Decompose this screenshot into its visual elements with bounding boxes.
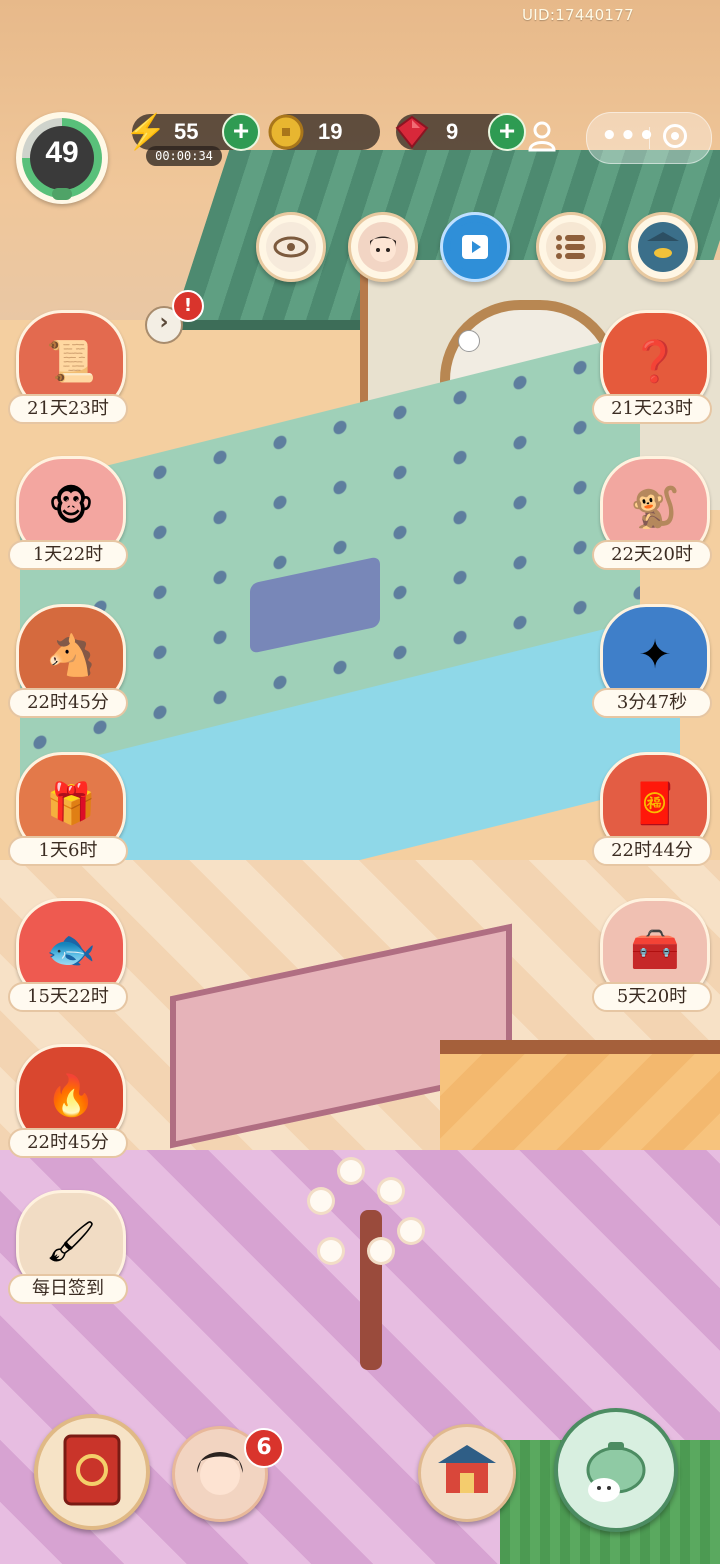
- pavilion-icon: [434, 1441, 500, 1505]
- build-button[interactable]: [418, 1424, 516, 1522]
- energy-timer: 00:00:34: [146, 146, 222, 166]
- list-icon: [546, 222, 596, 272]
- event-right-3[interactable]: ✦ 3分47秒: [590, 604, 714, 724]
- character-badge-count: 6: [244, 1428, 284, 1468]
- player-level-badge[interactable]: 49: [16, 112, 108, 204]
- gold-ingot-shrine-icon: [638, 222, 688, 272]
- character-button[interactable]: [348, 212, 418, 282]
- event-timer: 1天22时: [8, 540, 128, 570]
- gem-value: 9: [446, 119, 459, 144]
- event-timer: 15天22时: [8, 982, 128, 1012]
- level-number: 49: [45, 136, 79, 169]
- event-right-2[interactable]: 🐒 22天20时: [590, 456, 714, 576]
- add-energy-button[interactable]: +: [222, 113, 260, 151]
- girl-avatar-icon: [358, 222, 408, 272]
- energy-value: 55: [174, 119, 199, 144]
- energy-counter: ⚡ 55 +: [125, 113, 260, 151]
- event-timer: 22时44分: [592, 836, 712, 866]
- user-id: UID:17440177: [522, 6, 634, 24]
- event-timer: 3分47秒: [592, 688, 712, 718]
- coin-counter: 19: [268, 114, 380, 150]
- blossom-tree[interactable]: [300, 1150, 440, 1370]
- leaf-icon: [52, 188, 72, 200]
- event-right-1[interactable]: ❓ 21天23时: [590, 310, 714, 430]
- event-timer: 22天20时: [592, 540, 712, 570]
- event-left-6[interactable]: 🔥 22时45分: [6, 1044, 130, 1164]
- event-timer: 5天20时: [592, 982, 712, 1012]
- task-list-button[interactable]: [536, 212, 606, 282]
- teapot-rabbit-icon: [574, 1430, 658, 1510]
- ruby-icon: [390, 110, 434, 154]
- event-left-4[interactable]: 🎁 1天6时: [6, 752, 130, 872]
- capsule-divider: [649, 127, 650, 149]
- alert-badge: !: [172, 290, 204, 322]
- event-timer: 21天23时: [8, 394, 128, 424]
- daily-checkin[interactable]: 🖌 每日签到: [6, 1190, 130, 1310]
- daily-checkin-label: 每日签到: [8, 1274, 128, 1304]
- event-timer: 1天6时: [8, 836, 128, 866]
- event-right-4[interactable]: 🧧 22时44分: [590, 752, 714, 872]
- tea-button[interactable]: [554, 1408, 678, 1532]
- event-left-2[interactable]: 🐵 1天22时: [6, 456, 130, 576]
- journal-button[interactable]: [34, 1414, 150, 1530]
- shop-button[interactable]: [628, 212, 698, 282]
- event-timer: 22时45分: [8, 688, 128, 718]
- view-toggle-button[interactable]: [256, 212, 326, 282]
- coin-value: 19: [318, 119, 343, 144]
- event-left-3[interactable]: 🐴 22时45分: [6, 604, 130, 724]
- event-timer: 22时45分: [8, 1128, 128, 1158]
- event-timer: 21天23时: [592, 394, 712, 424]
- coin-icon: [264, 110, 308, 154]
- gem-counter: 9 +: [395, 113, 526, 151]
- video-button[interactable]: [440, 212, 510, 282]
- profile-icon[interactable]: [518, 112, 566, 160]
- video-play-icon: [450, 222, 500, 272]
- eye-icon: [266, 222, 316, 272]
- miniprogram-capsule: •••: [586, 112, 712, 164]
- close-icon[interactable]: [663, 124, 687, 148]
- event-left-1[interactable]: 📜 21天23时: [6, 310, 130, 430]
- event-right-5[interactable]: 🧰 5天20时: [590, 898, 714, 1018]
- red-journal-icon: [57, 1432, 127, 1512]
- event-left-5[interactable]: 🐟 15天22时: [6, 898, 130, 1018]
